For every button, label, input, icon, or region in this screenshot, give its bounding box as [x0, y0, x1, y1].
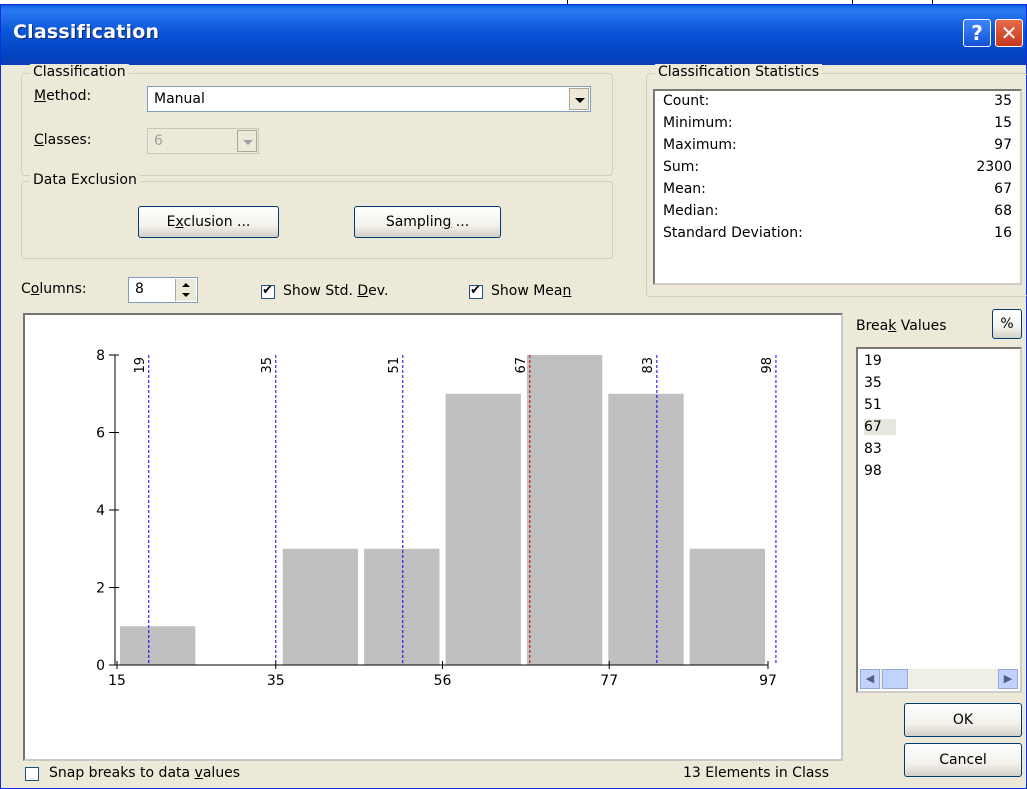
stat-key: Sum:	[663, 159, 700, 175]
x-tick-label: 15	[108, 673, 126, 689]
break-line-label: 19	[133, 357, 148, 374]
histogram-panel[interactable]: 0 2 4 6 8 15 35 56 77 97 19 35 51 67 83 98	[23, 313, 843, 761]
classification-dialog: Classification ? ✕ Classification Method…	[0, 4, 1027, 789]
y-tick-label: 0	[96, 658, 105, 674]
title-bar: Classification ? ✕	[1, 5, 1026, 65]
snap-breaks-checkbox[interactable]	[25, 767, 39, 781]
show-std-dev-label: Show Std. Dev.	[283, 283, 389, 299]
break-values-list[interactable]: 19 35 51 67 83 98 ◀ ▶	[856, 347, 1022, 693]
arrow-down-icon[interactable]	[182, 293, 190, 297]
sampling-button[interactable]: Sampling ...	[354, 206, 501, 238]
stat-value: 15	[994, 115, 1012, 131]
chevron-down-icon	[237, 130, 257, 152]
break-value-item[interactable]: 83	[864, 441, 882, 457]
data-exclusion-group: Data Exclusion Exclusion ... Sampling ..…	[21, 172, 613, 259]
arrow-up-icon[interactable]	[182, 283, 190, 287]
stat-row-std-dev: Standard Deviation: 16	[663, 225, 1012, 247]
data-exclusion-group-label: Data Exclusion	[30, 172, 140, 188]
break-value-item[interactable]: 19	[864, 353, 882, 369]
classes-dropdown: 6	[147, 128, 259, 154]
histogram-bar	[364, 548, 440, 665]
stat-key: Maximum:	[663, 137, 737, 153]
classes-label: Classes:	[34, 132, 92, 148]
chevron-down-icon[interactable]	[569, 88, 589, 110]
statistics-group-label: Classification Statistics	[655, 64, 823, 80]
histogram-bar	[282, 548, 359, 665]
method-dropdown[interactable]: Manual	[147, 86, 591, 112]
snap-breaks-label: Snap breaks to data values	[49, 765, 241, 781]
stat-key: Standard Deviation:	[663, 225, 803, 241]
percent-button[interactable]: %	[992, 309, 1022, 339]
histogram-bar	[445, 393, 521, 665]
method-label: Method:	[34, 88, 92, 104]
exclusion-button[interactable]: Exclusion ...	[138, 206, 279, 238]
horizontal-scrollbar[interactable]: ◀ ▶	[860, 669, 1018, 689]
spinner-arrows[interactable]	[175, 279, 196, 301]
close-button[interactable]: ✕	[995, 19, 1023, 47]
y-tick-label: 2	[96, 581, 105, 597]
scroll-thumb[interactable]	[882, 669, 908, 689]
columns-label: Columns:	[21, 281, 87, 297]
stat-key: Minimum:	[663, 115, 733, 131]
classification-group: Classification Method: Manual Classes: 6	[21, 64, 613, 176]
stat-value: 68	[994, 203, 1012, 219]
break-value-item[interactable]: 98	[864, 463, 882, 479]
cancel-button[interactable]: Cancel	[904, 743, 1022, 777]
stat-row-count: Count: 35	[663, 93, 1012, 115]
x-tick-label: 97	[759, 673, 777, 689]
histogram-chart: 0 2 4 6 8 15 35 56 77 97 19 35 51 67 83 98	[96, 348, 777, 689]
break-value-item-selected[interactable]: 67	[864, 419, 896, 435]
stat-value: 2300	[976, 159, 1012, 175]
break-value-item[interactable]: 35	[864, 375, 882, 391]
scroll-right-icon[interactable]: ▶	[998, 669, 1018, 689]
scroll-left-icon[interactable]: ◀	[860, 669, 880, 689]
histogram-bar	[608, 393, 684, 665]
classes-value: 6	[154, 133, 163, 149]
y-tick-label: 4	[96, 503, 105, 519]
show-mean-checkbox[interactable]	[469, 283, 483, 299]
stat-row-maximum: Maximum: 97	[663, 137, 1012, 159]
stat-value: 97	[994, 137, 1012, 153]
stat-key: Mean:	[663, 181, 706, 197]
stat-key: Median:	[663, 203, 719, 219]
break-line-label: 35	[260, 357, 275, 374]
method-value: Manual	[154, 91, 205, 107]
histogram-bar	[120, 626, 196, 665]
y-tick-label: 8	[96, 348, 105, 364]
help-button[interactable]: ?	[963, 19, 991, 47]
stat-value: 35	[994, 93, 1012, 109]
break-line-label: 51	[387, 357, 402, 374]
stat-row-minimum: Minimum: 15	[663, 115, 1012, 137]
dialog-title: Classification	[13, 21, 160, 43]
elements-in-class-text: 13 Elements in Class	[683, 765, 830, 781]
stat-row-sum: Sum: 2300	[663, 159, 1012, 181]
break-values-label: Break Values	[856, 318, 947, 334]
stat-row-mean: Mean: 67	[663, 181, 1012, 203]
break-line-label: 98	[760, 357, 775, 374]
histogram-bar	[689, 548, 765, 665]
show-std-dev-checkbox[interactable]	[261, 283, 275, 299]
columns-value: 8	[135, 281, 144, 297]
y-tick-label: 6	[96, 426, 105, 442]
statistics-list: Count: 35 Minimum: 15 Maximum: 97 Sum: 2300 …	[653, 89, 1022, 285]
break-line-label: 83	[641, 357, 656, 374]
x-tick-label: 35	[267, 673, 285, 689]
classification-group-label: Classification	[30, 64, 129, 80]
stat-key: Count:	[663, 93, 710, 109]
stat-value: 67	[994, 181, 1012, 197]
stat-row-median: Median: 68	[663, 203, 1012, 225]
break-line-label: 67	[514, 357, 529, 374]
break-value-item[interactable]: 51	[864, 397, 882, 413]
stat-value: 16	[994, 225, 1012, 241]
histogram-bar	[526, 355, 603, 665]
ok-button[interactable]: OK	[904, 703, 1022, 737]
x-tick-label: 56	[434, 673, 452, 689]
x-tick-label: 77	[600, 673, 618, 689]
columns-spinner[interactable]: 8	[128, 277, 198, 303]
show-mean-label: Show Mean	[491, 283, 572, 299]
